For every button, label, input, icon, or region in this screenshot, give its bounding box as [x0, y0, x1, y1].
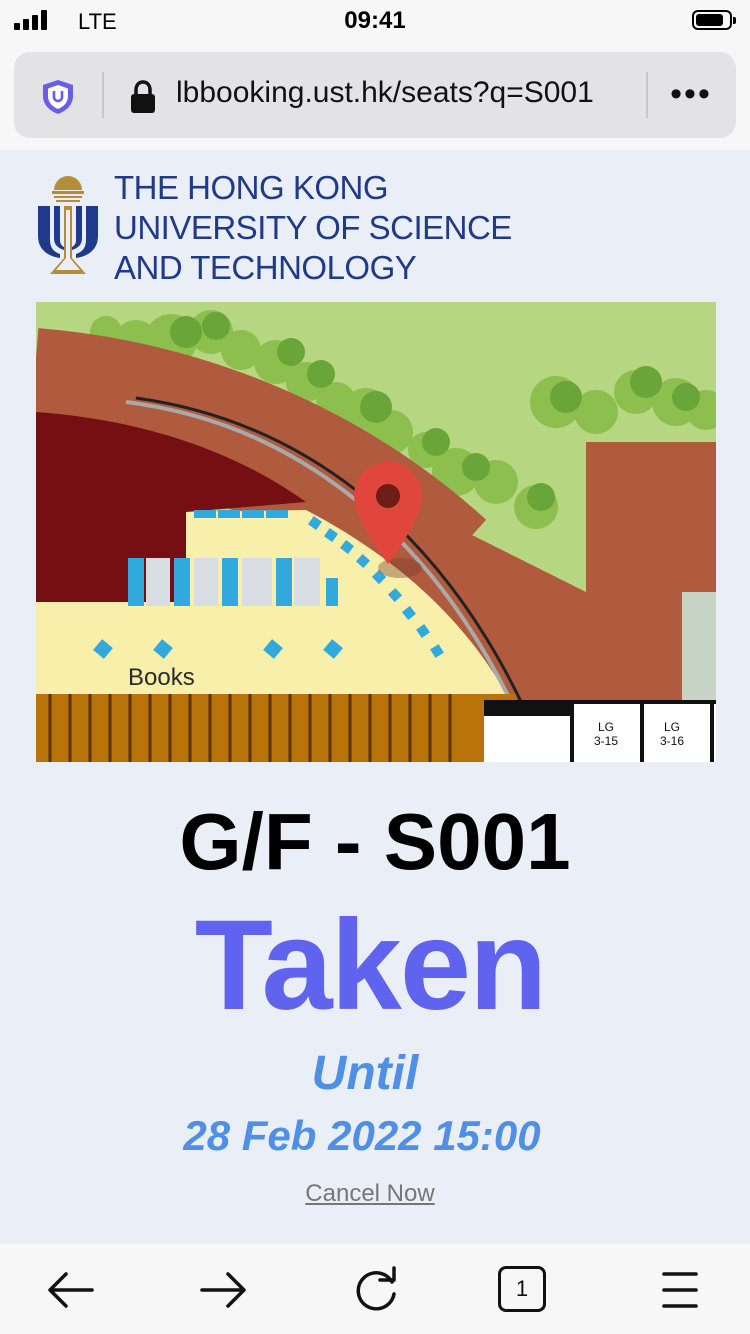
room-label-line: LG [663, 720, 680, 734]
browser-address-area: lbbooking.ust.hk/seats?q=S001 ••• [0, 44, 750, 150]
floor-map: Books LG 3-15 LG 3-16 [36, 302, 716, 762]
battery-icon [692, 10, 736, 30]
menu-icon[interactable] [650, 1260, 710, 1320]
map-pin-icon [354, 462, 422, 578]
status-bar: LTE 09:41 [0, 0, 750, 44]
address-bar[interactable]: lbbooking.ust.hk/seats?q=S001 ••• [14, 52, 736, 138]
until-label: Until [311, 1047, 419, 1100]
lock-icon [131, 80, 155, 113]
back-arrow-icon[interactable] [42, 1260, 102, 1320]
room-label: LG 3-16 [650, 720, 694, 748]
more-options-icon[interactable]: ••• [666, 74, 716, 114]
seat-title: G/F - S001 [179, 797, 571, 886]
room-label-line: LG [597, 720, 614, 734]
university-name-line: UNIVERSITY OF SCIENCE [114, 209, 512, 246]
url-text[interactable]: lbbooking.ust.hk/seats?q=S001 [176, 76, 594, 110]
reload-icon[interactable] [346, 1260, 406, 1320]
status-time: 09:41 [344, 7, 406, 34]
room-label: LG 3-15 [584, 720, 628, 748]
tabs-icon[interactable]: 1 [498, 1266, 546, 1312]
shield-icon[interactable] [40, 78, 76, 116]
university-logo [38, 176, 98, 274]
university-name-line: AND TECHNOLOGY [114, 249, 417, 286]
address-divider [646, 72, 648, 118]
books-label: Books [126, 664, 197, 692]
room-label-line: 3-16 [659, 734, 685, 748]
seat-status: Taken [194, 894, 547, 1037]
room-label-line: 3-15 [593, 734, 619, 748]
university-name-line: THE HONG KONG [114, 169, 389, 206]
university-name: THE HONG KONG UNIVERSITY OF SCIENCE AND … [114, 168, 512, 288]
browser-toolbar: 1 [0, 1244, 750, 1334]
cancel-now-link[interactable]: Cancel Now [0, 1180, 740, 1208]
address-divider [102, 72, 104, 118]
forward-arrow-icon[interactable] [192, 1260, 252, 1320]
until-datetime: 28 Feb 2022 15:00 [183, 1112, 541, 1159]
